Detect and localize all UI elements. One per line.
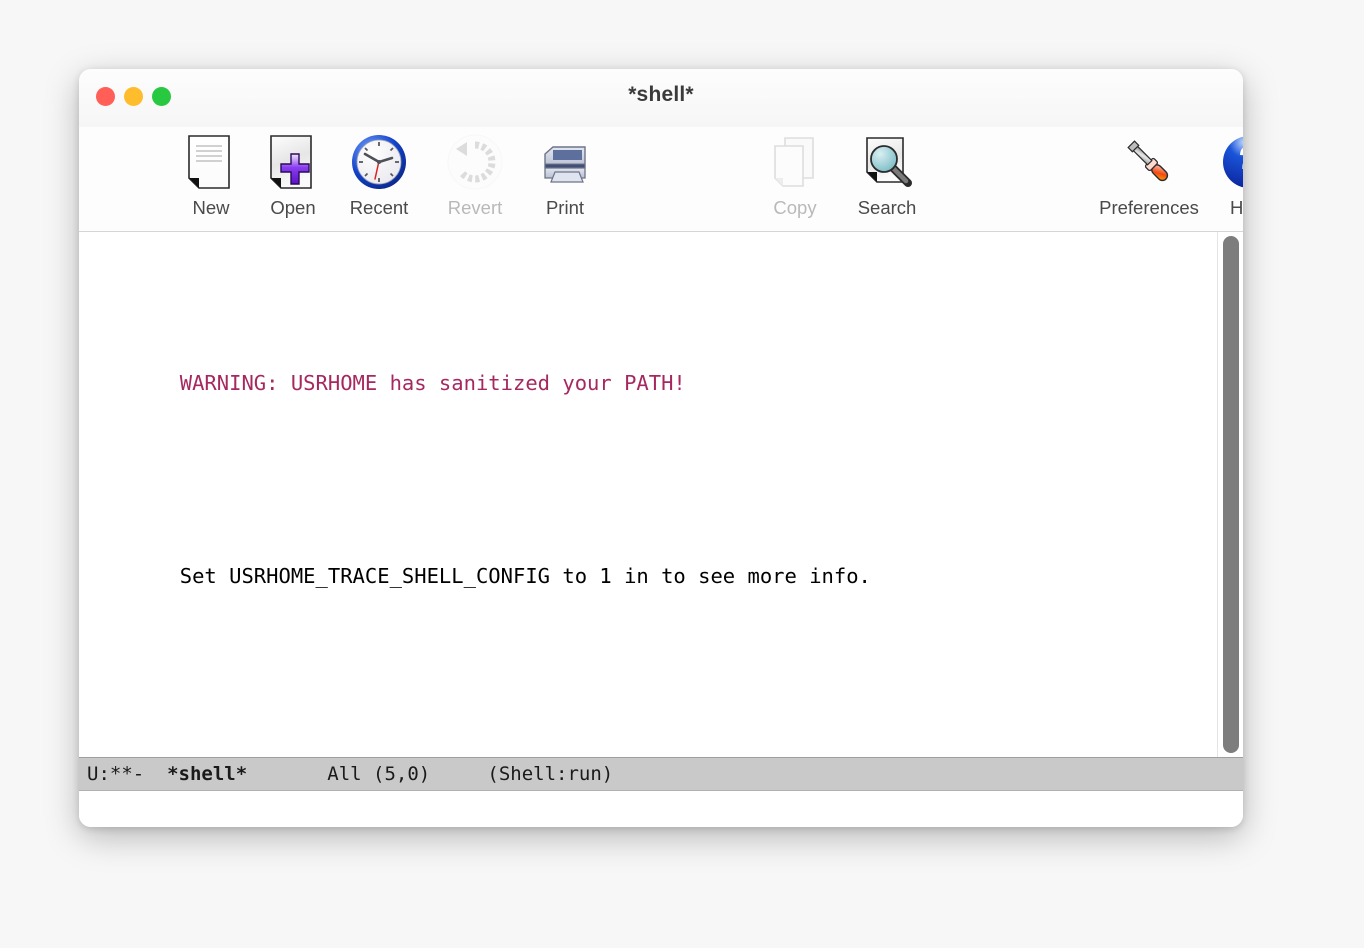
toolbar-button-search[interactable]: Search	[839, 127, 935, 231]
emacs-window: *shell* New Open Recent Revert Print Cop…	[79, 69, 1243, 827]
clock-icon	[352, 135, 406, 189]
help-question-icon	[1223, 136, 1243, 188]
buffer-line: WARNING: USRHOME has sanitized your PATH…	[80, 335, 1217, 432]
mode-line-gap-1	[144, 763, 167, 785]
toolbar-label-new: New	[192, 197, 230, 218]
vertical-scrollbar[interactable]	[1217, 232, 1243, 757]
buffer-line-text: Set USRHOME_TRACE_SHELL_CONFIG to 1 in t…	[179, 564, 871, 589]
toolbar-button-revert[interactable]: Revert	[427, 127, 523, 231]
mode-line-position: All (5,0)	[327, 763, 431, 785]
toolbar-label-copy: Copy	[773, 197, 817, 218]
buffer-line: - Edit: $USRHOME_DIR_USRCFG/setfor-zsh-c…	[80, 721, 1217, 757]
buffer-line-text: WARNING: USRHOME has sanitized your PATH…	[179, 370, 686, 395]
mode-line-buffer-state: U:**-	[87, 763, 145, 785]
copy-pages-icon	[774, 137, 814, 187]
toolbar-button-preferences[interactable]: Preferences	[1084, 127, 1214, 231]
mode-line-gap-3	[430, 763, 487, 785]
toolbar-label-help: Help	[1229, 197, 1243, 218]
toolbar-label-preferences: Preferences	[1099, 197, 1199, 218]
screwdriver-icon	[1127, 140, 1169, 182]
minibuffer[interactable]	[79, 791, 1243, 827]
toolbar-button-recent[interactable]: Recent	[331, 127, 427, 231]
shell-buffer-text[interactable]: WARNING: USRHOME has sanitized your PATH…	[79, 232, 1217, 757]
window-title: *shell*	[628, 83, 694, 106]
toolbar-button-open[interactable]: Open	[245, 127, 341, 231]
toolbar-button-copy[interactable]: Copy	[747, 127, 843, 231]
toolbar-label-search: Search	[857, 197, 917, 218]
title-bar: *shell*	[79, 69, 1243, 127]
toolbar-label-print: Print	[545, 197, 585, 218]
shell-buffer-area[interactable]: WARNING: USRHOME has sanitized your PATH…	[79, 231, 1243, 757]
toolbar-button-print[interactable]: Print	[517, 127, 613, 231]
toolbar-label-recent: Recent	[349, 197, 409, 218]
mode-line-buffer-name: *shell*	[167, 763, 248, 785]
revert-arrow-icon	[447, 134, 503, 190]
mode-line-gap-2	[247, 763, 327, 785]
toolbar-label-revert: Revert	[447, 197, 503, 218]
mode-line-major-mode: (Shell:run)	[487, 763, 614, 785]
search-document-icon	[866, 137, 912, 187]
printer-icon	[544, 146, 586, 183]
scrollbar-thumb[interactable]	[1223, 236, 1239, 753]
buffer-line: Set USRHOME_TRACE_SHELL_CONFIG to 1 in t…	[80, 528, 1217, 625]
new-document-icon	[188, 135, 230, 189]
mode-line: U:**- *shell* All (5,0) (Shell:run)	[79, 757, 1243, 791]
toolbar: New Open Recent Revert Print Copy Search…	[79, 127, 1243, 231]
toolbar-label-open: Open	[270, 197, 316, 218]
toolbar-button-help[interactable]: Help	[1201, 127, 1243, 231]
open-document-icon	[270, 135, 312, 189]
